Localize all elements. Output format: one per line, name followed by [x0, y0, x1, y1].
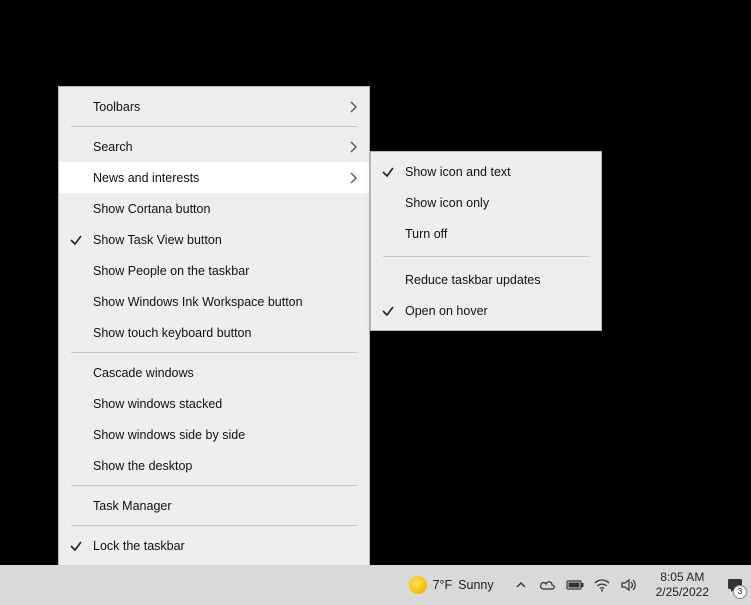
menu-label: Show Task View button	[93, 233, 357, 247]
menu-separator	[383, 256, 589, 257]
menu-item-lock-the-taskbar[interactable]: Lock the taskbar	[59, 530, 369, 561]
menu-separator	[71, 525, 357, 526]
menu-label: Toolbars	[93, 100, 341, 114]
check-icon	[371, 304, 405, 318]
menu-label: Show the desktop	[93, 459, 357, 473]
menu-label: Open on hover	[405, 304, 589, 318]
sun-icon	[409, 576, 427, 594]
menu-label: Show touch keyboard button	[93, 326, 357, 340]
chevron-right-icon	[341, 172, 357, 184]
onedrive-icon[interactable]	[539, 576, 557, 594]
menu-label: Cascade windows	[93, 366, 357, 380]
check-icon	[59, 233, 93, 247]
menu-item-show-people[interactable]: Show People on the taskbar	[59, 255, 369, 286]
menu-item-show-touch-keyboard[interactable]: Show touch keyboard button	[59, 317, 369, 348]
volume-icon[interactable]	[620, 576, 638, 594]
menu-label: News and interests	[93, 171, 341, 185]
action-center-button[interactable]: 3	[719, 565, 751, 605]
clock-date: 2/25/2022	[656, 585, 709, 600]
news-and-interests-widget[interactable]: 7°F Sunny	[399, 565, 504, 605]
menu-label: Show Cortana button	[93, 202, 357, 216]
menu-item-show-windows-side-by-side[interactable]: Show windows side by side	[59, 419, 369, 450]
clock[interactable]: 8:05 AM 2/25/2022	[646, 570, 719, 600]
menu-item-cascade-windows[interactable]: Cascade windows	[59, 357, 369, 388]
taskbar[interactable]: 7°F Sunny 8:05 AM 2/25/2022	[0, 565, 751, 605]
menu-item-task-manager[interactable]: Task Manager	[59, 490, 369, 521]
wifi-icon[interactable]	[593, 576, 611, 594]
menu-label: Lock the taskbar	[93, 539, 357, 553]
menu-label: Show windows stacked	[93, 397, 357, 411]
submenu-item-reduce-taskbar-updates[interactable]: Reduce taskbar updates	[371, 264, 601, 295]
menu-item-show-the-desktop[interactable]: Show the desktop	[59, 450, 369, 481]
menu-label: Show windows side by side	[93, 428, 357, 442]
submenu-item-turn-off[interactable]: Turn off	[371, 218, 601, 249]
system-tray: 7°F Sunny 8:05 AM 2/25/2022	[399, 565, 751, 605]
submenu-item-open-on-hover[interactable]: Open on hover	[371, 295, 601, 326]
menu-item-search[interactable]: Search	[59, 131, 369, 162]
menu-label: Show icon and text	[405, 165, 589, 179]
menu-item-show-ink-workspace[interactable]: Show Windows Ink Workspace button	[59, 286, 369, 317]
chevron-right-icon	[341, 101, 357, 113]
menu-item-toolbars[interactable]: Toolbars	[59, 91, 369, 122]
menu-item-show-task-view-button[interactable]: Show Task View button	[59, 224, 369, 255]
menu-label: Turn off	[405, 227, 589, 241]
weather-temp: 7°F	[433, 578, 453, 592]
weather-condition: Sunny	[458, 578, 493, 592]
menu-item-news-and-interests[interactable]: News and interests	[59, 162, 369, 193]
notification-count-badge: 3	[733, 585, 747, 599]
menu-label: Show icon only	[405, 196, 589, 210]
menu-separator	[71, 352, 357, 353]
battery-icon[interactable]	[566, 576, 584, 594]
show-hidden-icons-button[interactable]	[512, 576, 530, 594]
menu-separator	[71, 485, 357, 486]
menu-separator	[71, 126, 357, 127]
check-icon	[59, 539, 93, 553]
tray-icons	[504, 576, 646, 594]
clock-time: 8:05 AM	[656, 570, 709, 585]
menu-item-show-windows-stacked[interactable]: Show windows stacked	[59, 388, 369, 419]
menu-label: Task Manager	[93, 499, 357, 513]
submenu-item-show-icon-only[interactable]: Show icon only	[371, 187, 601, 218]
chevron-right-icon	[341, 141, 357, 153]
menu-label: Reduce taskbar updates	[405, 273, 589, 287]
taskbar-context-menu: Toolbars Search News and interests Show …	[58, 86, 370, 597]
menu-item-show-cortana-button[interactable]: Show Cortana button	[59, 193, 369, 224]
submenu-item-show-icon-and-text[interactable]: Show icon and text	[371, 156, 601, 187]
menu-label: Search	[93, 140, 341, 154]
check-icon	[371, 165, 405, 179]
menu-label: Show Windows Ink Workspace button	[93, 295, 357, 309]
news-and-interests-submenu: Show icon and text Show icon only Turn o…	[370, 151, 602, 331]
menu-label: Show People on the taskbar	[93, 264, 357, 278]
